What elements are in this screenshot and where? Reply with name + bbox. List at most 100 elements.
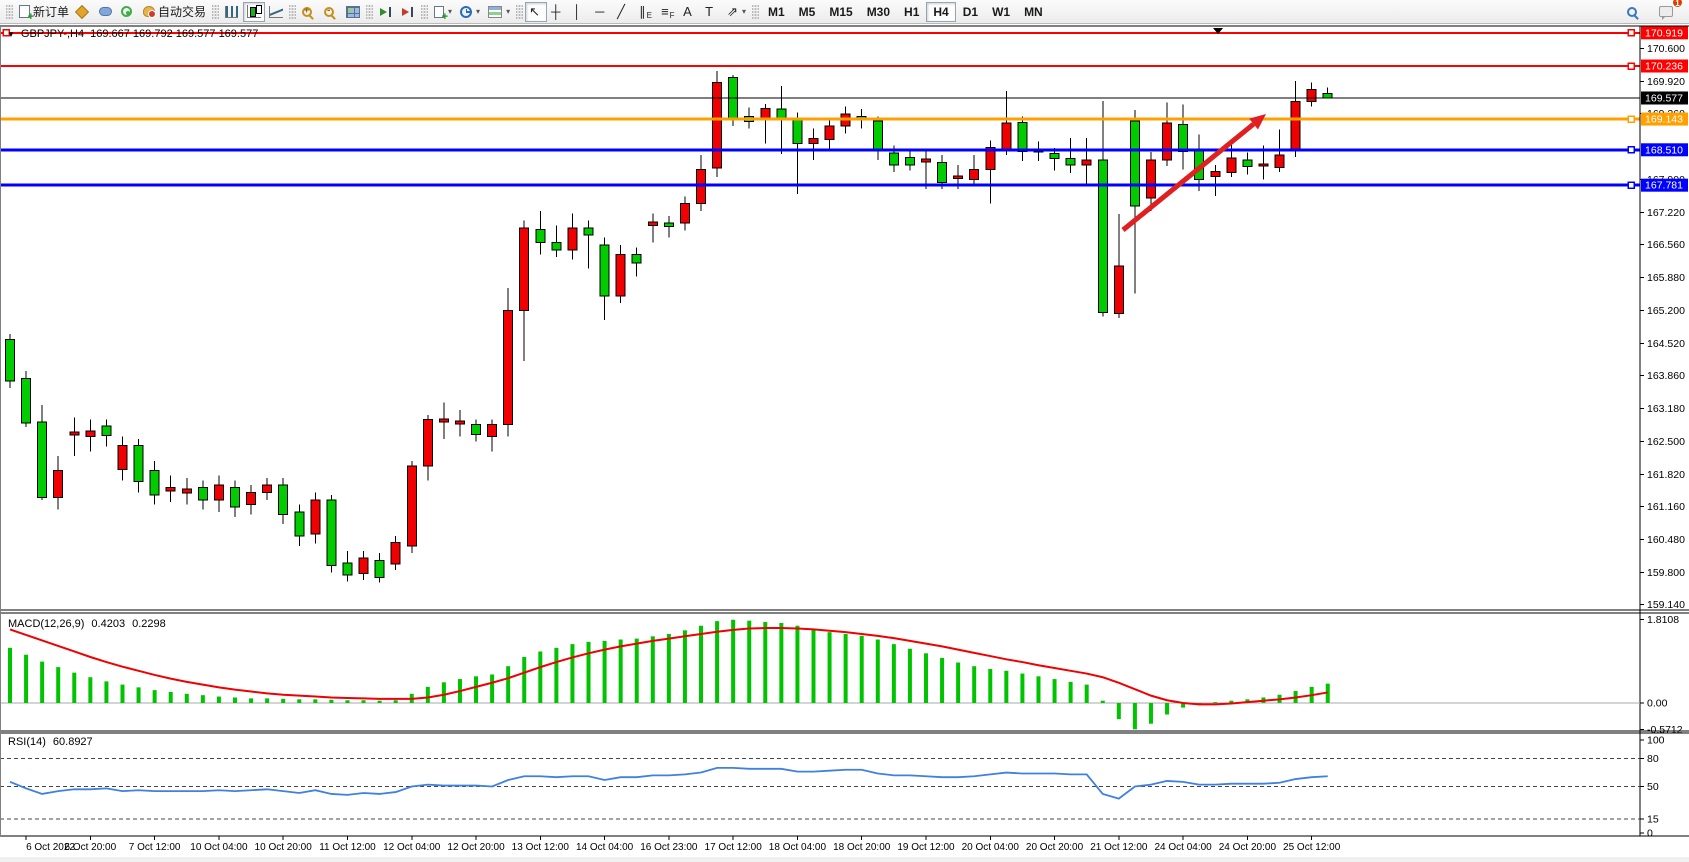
- cursor-button[interactable]: ↖: [525, 2, 547, 22]
- line-handle[interactable]: [1628, 116, 1634, 122]
- fibonacci-button[interactable]: ≡F: [657, 2, 679, 22]
- macd-histogram-bar: [1004, 671, 1008, 703]
- macd-histogram-bar: [169, 692, 173, 703]
- tf-m5-button[interactable]: M5: [792, 2, 823, 22]
- tf-m15-button[interactable]: M15: [822, 2, 859, 22]
- signals-button[interactable]: [117, 2, 139, 22]
- autotrading-button[interactable]: 自动交易: [139, 2, 210, 22]
- time-tick-label: 24 Oct 04:00: [1154, 842, 1212, 853]
- tf-m30-button[interactable]: M30: [860, 2, 897, 22]
- time-tick-label: 7 Oct 12:00: [129, 842, 181, 853]
- macd-histogram-bar: [683, 630, 687, 703]
- macd-histogram-bar: [988, 669, 992, 703]
- macd-histogram-bar: [779, 623, 783, 703]
- svg-text:169.143: 169.143: [1645, 114, 1683, 126]
- macd-histogram-bar: [522, 657, 526, 703]
- zoom-out-button[interactable]: [320, 2, 342, 22]
- chevron-down-icon[interactable]: ▾: [742, 7, 746, 16]
- chevron-down-icon[interactable]: ▾: [506, 7, 510, 16]
- macd-histogram-bar: [1213, 702, 1217, 703]
- one-click-trading-caret-icon[interactable]: ▼: [7, 30, 15, 39]
- profile-button[interactable]: [73, 2, 95, 22]
- candle-chart-button[interactable]: [243, 2, 265, 22]
- macd-histogram-bar: [362, 700, 366, 703]
- macd-scale-label: 0.00: [1647, 698, 1668, 710]
- line-handle[interactable]: [1628, 147, 1634, 153]
- toolbar-grip[interactable]: [421, 4, 428, 20]
- trendline-button[interactable]: ╱: [613, 2, 635, 22]
- search-icon: [1627, 7, 1637, 17]
- cursor-icon: ↖: [529, 5, 540, 18]
- chevron-down-icon[interactable]: ▾: [448, 7, 452, 16]
- text-label-button[interactable]: T: [701, 2, 723, 22]
- line-handle[interactable]: [1628, 182, 1634, 188]
- notifications-button[interactable]: 1: [1655, 2, 1677, 22]
- rsi-scale-label: 15: [1647, 814, 1659, 826]
- bar-chart-button[interactable]: [221, 2, 243, 22]
- macd-histogram-bar: [1020, 674, 1024, 703]
- channel-button[interactable]: ∥E: [635, 2, 657, 22]
- toolbar-grip[interactable]: [6, 4, 13, 20]
- new-chart-icon: [434, 6, 444, 18]
- macd-histogram-bar: [972, 666, 976, 703]
- macd-histogram-bar: [587, 642, 591, 703]
- line-chart-button[interactable]: [265, 2, 287, 22]
- tf-d1-label: D1: [963, 5, 978, 19]
- crosshair-button[interactable]: ┼: [547, 2, 569, 22]
- search-button[interactable]: [1623, 2, 1645, 22]
- arrows-button[interactable]: ⇗▾: [723, 2, 750, 22]
- text-button[interactable]: A: [679, 2, 701, 22]
- tf-mn-button[interactable]: MN: [1017, 2, 1050, 22]
- toolbar-grip[interactable]: [366, 4, 373, 20]
- periods-button[interactable]: ▾: [456, 2, 484, 22]
- time-tick-label: 12 Oct 04:00: [383, 842, 441, 853]
- toolbar-grip[interactable]: [289, 4, 296, 20]
- vertical-line-button[interactable]: │: [569, 2, 591, 22]
- crosshair-icon: ┼: [551, 5, 560, 18]
- macd-histogram-bar: [1101, 701, 1105, 703]
- macd-histogram-bar: [570, 644, 574, 703]
- bar-chart-icon: [225, 6, 238, 18]
- macd-histogram-bar: [378, 701, 382, 703]
- candle-chart-icon: [247, 5, 261, 18]
- horizontal-line-button[interactable]: ─: [591, 2, 613, 22]
- charts-window-button[interactable]: [95, 2, 117, 22]
- toolbar-grip[interactable]: [212, 4, 219, 20]
- tf-h4-button[interactable]: H4: [926, 2, 955, 22]
- chart-shift-button[interactable]: [397, 2, 419, 22]
- chart-shift-icon: [401, 6, 415, 18]
- chevron-down-icon[interactable]: ▾: [476, 7, 480, 16]
- tf-h1-button[interactable]: H1: [897, 2, 926, 22]
- toolbar-group-zoom: [298, 0, 364, 24]
- autotrading-icon: [143, 6, 155, 17]
- tf-h1-label: H1: [904, 5, 919, 19]
- tile-windows-button[interactable]: [342, 2, 364, 22]
- line-handle[interactable]: [1628, 63, 1634, 69]
- new-order-button[interactable]: 新订单: [15, 2, 73, 22]
- price-tick-label: 159.140: [1647, 599, 1685, 611]
- chart-canvas[interactable]: 170.600169.920169.260167.900167.220166.5…: [0, 24, 1689, 862]
- zoom-in-icon: [302, 7, 312, 17]
- templates-button[interactable]: ▾: [484, 2, 514, 22]
- tf-mn-label: MN: [1024, 5, 1043, 19]
- macd-histogram-bar: [313, 699, 317, 703]
- new-chart-button[interactable]: ▾: [430, 2, 456, 22]
- macd-histogram-bar: [104, 681, 108, 703]
- toolbar-grip[interactable]: [516, 4, 523, 20]
- auto-scroll-button[interactable]: [375, 2, 397, 22]
- zoom-in-button[interactable]: [298, 2, 320, 22]
- toolbar-grip[interactable]: [752, 4, 759, 20]
- macd-histogram-bar: [394, 700, 398, 703]
- toolbar-group-draw-tools: ↖ ┼ │─╱∥E≡FAT⇗▾: [525, 0, 750, 24]
- profile-icon: [75, 4, 89, 18]
- macd-histogram-bar: [828, 632, 832, 703]
- macd-histogram-bar: [860, 636, 864, 703]
- macd-histogram-bar: [956, 663, 960, 703]
- macd-histogram-bar: [506, 666, 510, 703]
- line-handle[interactable]: [1628, 30, 1634, 36]
- tf-d1-button[interactable]: D1: [956, 2, 985, 22]
- macd-histogram-bar: [137, 687, 141, 703]
- time-tick-label: 11 Oct 12:00: [319, 842, 376, 853]
- tf-m1-button[interactable]: M1: [761, 2, 792, 22]
- tf-w1-button[interactable]: W1: [985, 2, 1017, 22]
